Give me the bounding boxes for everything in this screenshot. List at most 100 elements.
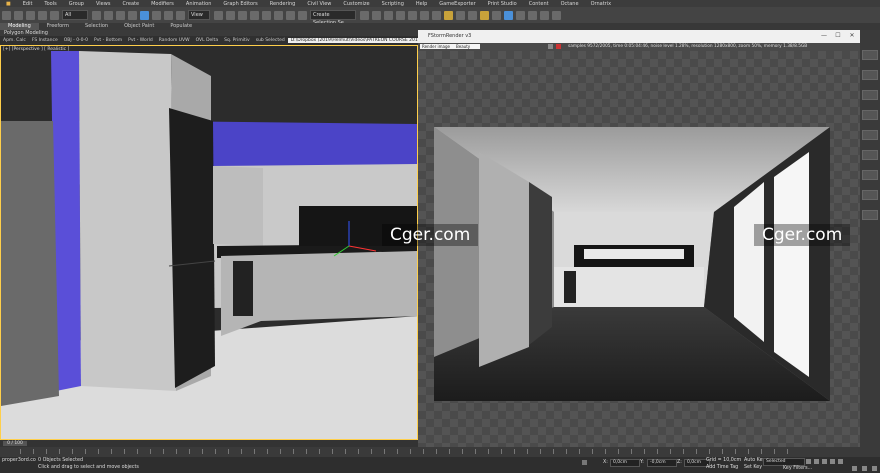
key-mode-dropdown[interactable]: Selected [763,458,805,466]
plugin-icon-b[interactable] [539,10,549,20]
plugin-icon-a[interactable] [527,10,537,20]
keyboard-shortcut-icon[interactable] [237,10,247,20]
x-coordinate[interactable]: 0,0cm [610,459,640,467]
scale-icon[interactable] [163,10,173,20]
modebar-item[interactable]: FS Instance [29,38,61,43]
angle-snap-icon[interactable] [261,10,271,20]
spinner-snap-icon[interactable] [285,10,295,20]
perspective-viewport[interactable]: [+] [Perspective ] [ Realistic ] [0,45,418,440]
modebar-item[interactable]: Sq. Primitiv [221,38,253,43]
menu-item[interactable]: Group [63,1,90,7]
close-icon[interactable]: ✕ [848,33,856,39]
fstorm-icon[interactable] [515,10,525,20]
plugin-icon-c[interactable] [551,10,561,20]
undo-icon[interactable] [1,10,11,20]
maximize-icon[interactable]: ☐ [834,33,842,39]
select-by-name-icon[interactable] [103,10,113,20]
menu-item[interactable]: Civil View [301,1,337,7]
rendered-frame-window-icon[interactable] [467,10,477,20]
command-panel-button[interactable] [862,50,878,60]
modebar-item[interactable]: Apm. Calc [0,38,29,43]
place-icon[interactable] [175,10,185,20]
time-slider-handle[interactable]: 0 / 100 [3,441,27,446]
select-manipulate-icon[interactable] [225,10,235,20]
command-panel-button[interactable] [862,170,878,180]
percent-snap-icon[interactable] [273,10,283,20]
add-time-tag-button[interactable]: Add Time Tag [706,465,738,470]
menu-item[interactable]: Print Studio [482,1,523,7]
octane-icon[interactable] [503,10,513,20]
rect-selection-icon[interactable] [115,10,125,20]
set-key-button[interactable]: Set Key [744,465,762,470]
schematic-view-icon[interactable] [431,10,441,20]
scene-explorer-icon[interactable] [383,10,393,20]
unlink-icon[interactable] [37,10,47,20]
zoom-icon[interactable] [852,466,857,471]
ribbon-tab[interactable]: Modeling [0,23,39,30]
key-filters-button[interactable]: Key Filters... [783,466,812,471]
edit-named-sets-icon[interactable] [297,10,307,20]
command-panel-button[interactable] [862,130,878,140]
ribbon-tab[interactable]: Populate [162,23,200,30]
redo-icon[interactable] [13,10,23,20]
rotate-icon[interactable] [151,10,161,20]
play-icon[interactable] [822,459,827,464]
command-panel-button[interactable] [862,150,878,160]
modebar-item[interactable]: sub Selected [253,38,288,43]
window-crossing-icon[interactable] [127,10,137,20]
go-to-start-icon[interactable] [806,459,811,464]
bind-space-warp-icon[interactable] [49,10,59,20]
go-to-end-icon[interactable] [838,459,843,464]
align-icon[interactable] [371,10,381,20]
menu-item[interactable]: Edit [17,1,39,7]
menu-item[interactable]: Scripting [376,1,410,7]
link-icon[interactable] [25,10,35,20]
menu-item[interactable]: Customize [337,1,375,7]
select-object-icon[interactable] [91,10,101,20]
curve-editor-icon[interactable] [419,10,429,20]
previous-frame-icon[interactable] [814,459,819,464]
material-editor-icon[interactable] [443,10,453,20]
pivot-center-icon[interactable] [213,10,223,20]
ribbon-toggle-icon[interactable] [407,10,417,20]
save-icon[interactable] [548,44,553,49]
preset-dropdown[interactable]: Beauty [454,44,480,49]
menu-item[interactable]: GameExporter [433,1,481,7]
command-panel-button[interactable] [862,210,878,220]
stop-render-icon[interactable] [556,44,561,49]
menu-item[interactable]: Tools [38,1,62,7]
track-bar[interactable] [0,447,880,457]
reference-coord-dropdown[interactable]: View [188,10,210,20]
modebar-item[interactable]: Pvt - World [125,38,156,43]
selection-filter-dropdown[interactable]: All [62,10,88,20]
modebar-item[interactable]: OBJ - 0-0-0 [61,38,91,43]
mirror-icon[interactable] [359,10,369,20]
ribbon-tab[interactable]: Object Paint [116,23,162,30]
menu-item[interactable]: Modifiers [145,1,180,7]
menu-item[interactable]: Ornatrix [585,1,618,7]
modebar-item[interactable]: Pvt - Bottom [91,38,125,43]
command-panel-button[interactable] [862,70,878,80]
named-selection-sets[interactable]: Create Selection Se [310,10,356,26]
modebar-item[interactable]: OVL Delta [193,38,222,43]
menu-item[interactable]: Views [90,1,116,7]
command-panel-button[interactable] [862,190,878,200]
layer-explorer-icon[interactable] [395,10,405,20]
menu-item[interactable]: Create [116,1,145,7]
menu-item[interactable]: Graph Editors [217,1,263,7]
pan-icon[interactable] [872,466,877,471]
menu-item[interactable]: Rendering [264,1,302,7]
command-panel-button[interactable] [862,90,878,100]
lock-selection-icon[interactable] [582,460,587,465]
command-panel-button[interactable] [862,110,878,120]
render-production-icon[interactable] [479,10,489,20]
menu-item[interactable]: Animation [180,1,218,7]
menu-item[interactable]: Help [410,1,433,7]
menu-item[interactable]: Content [523,1,555,7]
next-frame-icon[interactable] [830,459,835,464]
app-logo-icon[interactable]: ■ [0,1,17,7]
modebar-item[interactable]: Random UVW [156,38,193,43]
minimize-icon[interactable]: — [820,33,828,39]
render-canvas[interactable] [418,51,860,447]
y-coordinate[interactable]: -0,0cm [647,459,677,467]
